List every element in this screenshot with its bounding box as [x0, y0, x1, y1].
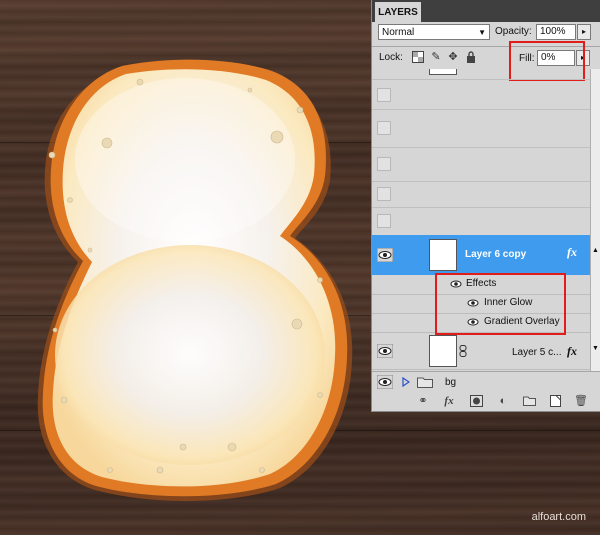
- eye-icon[interactable]: [377, 344, 393, 358]
- layer-row[interactable]: [372, 109, 591, 148]
- layer-row-selected[interactable]: Layer 6 copy fx: [372, 235, 591, 275]
- eye-icon[interactable]: [377, 375, 393, 389]
- panel-toolbar: ⚭ fx ◐ 🗑: [372, 392, 600, 411]
- layer-row[interactable]: [372, 181, 591, 208]
- layer-row[interactable]: Layer 5 c... fx: [372, 333, 591, 370]
- new-group-icon[interactable]: [522, 395, 536, 408]
- visibility-toggle[interactable]: [377, 187, 391, 201]
- tab-layers[interactable]: LAYERS: [375, 2, 421, 22]
- panel-tab-strip: LAYERS: [372, 0, 600, 22]
- layer-thumbnail: [429, 335, 457, 367]
- layer-thumbnail: [429, 69, 457, 75]
- triangle-expand-icon[interactable]: [402, 377, 410, 387]
- adjustment-icon[interactable]: ◐: [496, 395, 510, 408]
- layers-panel: LAYERS Normal ▼ Opacity: 100% ▸ Lock: ✎ …: [371, 0, 600, 412]
- chain-link-icon[interactable]: [459, 345, 467, 357]
- opacity-label: Opacity:: [495, 26, 532, 37]
- blend-mode-value: Normal: [382, 27, 415, 38]
- visibility-toggle[interactable]: [377, 88, 391, 102]
- fx-icon[interactable]: fx: [567, 344, 577, 359]
- opacity-slider-button[interactable]: ▸: [577, 24, 591, 40]
- fx-icon[interactable]: fx: [567, 245, 577, 260]
- layers-scrollbar[interactable]: ▲ ▼: [590, 69, 600, 371]
- visibility-toggle[interactable]: [377, 121, 391, 135]
- folder-icon: [417, 377, 433, 388]
- layer-row[interactable]: [372, 79, 591, 110]
- visibility-toggle[interactable]: [377, 214, 391, 228]
- trash-icon[interactable]: 🗑: [574, 395, 588, 408]
- brush-icon[interactable]: ✎: [430, 51, 442, 63]
- layer-row[interactable]: [372, 207, 591, 236]
- chain-link-icon[interactable]: ⚭: [416, 395, 430, 408]
- fx-icon[interactable]: fx: [442, 395, 456, 408]
- move-icon[interactable]: ✥: [447, 51, 459, 63]
- eye-icon[interactable]: [377, 248, 393, 262]
- chevron-down-icon: ▼: [478, 28, 486, 37]
- blend-mode-select[interactable]: Normal ▼: [378, 24, 490, 40]
- lock-transparency-icon[interactable]: [412, 51, 424, 63]
- visibility-toggle[interactable]: [377, 157, 391, 171]
- scroll-down-icon[interactable]: ▼: [592, 345, 599, 352]
- group-name[interactable]: bg: [445, 377, 456, 388]
- layer-name[interactable]: Layer 6 copy: [465, 249, 526, 260]
- mask-icon[interactable]: [469, 395, 483, 408]
- layer-name[interactable]: Layer 5 c...: [512, 347, 561, 358]
- layer-thumbnail: [429, 239, 457, 271]
- scroll-up-icon[interactable]: ▲: [592, 247, 599, 254]
- layer-group-row[interactable]: bg: [372, 371, 600, 393]
- new-layer-icon[interactable]: [548, 395, 562, 408]
- lock-icon[interactable]: [465, 51, 477, 63]
- layer-row[interactable]: [372, 147, 591, 182]
- watermark-text: alfoart.com: [531, 511, 586, 523]
- opacity-input[interactable]: 100%: [536, 24, 576, 40]
- lock-label: Lock:: [379, 52, 403, 63]
- effects-highlight-box: [435, 273, 566, 335]
- glossy-snowman-shape: [37, 59, 353, 502]
